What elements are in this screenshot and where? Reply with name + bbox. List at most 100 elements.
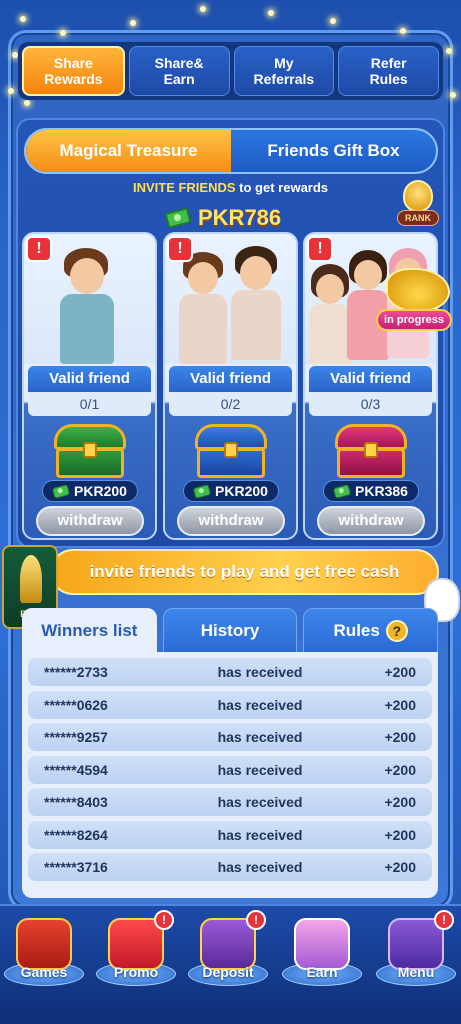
winners-list[interactable]: ******2733 has received +200 ******0626 … bbox=[22, 652, 438, 898]
winner-status: has received bbox=[217, 696, 303, 713]
cash-icon bbox=[51, 483, 71, 499]
reward-amount: PKR386 bbox=[323, 480, 419, 502]
tab-history[interactable]: History bbox=[162, 608, 298, 654]
invite-highlight: INVITE FRIENDS bbox=[132, 180, 236, 195]
treasure-chest-icon bbox=[193, 424, 269, 478]
sub-tab-bar: Magical Treasure Friends Gift Box bbox=[24, 128, 438, 174]
trophy-icon bbox=[20, 555, 42, 603]
winner-status: has received bbox=[217, 826, 303, 843]
reward-amount-value: PKR386 bbox=[355, 483, 408, 499]
winner-status: has received bbox=[217, 794, 303, 810]
promo-alert-badge: ! bbox=[154, 910, 174, 930]
tab-rules-label: Rules bbox=[333, 621, 380, 640]
reward-amount-value: PKR200 bbox=[215, 483, 268, 499]
in-progress-badge: in progress bbox=[376, 309, 452, 331]
winner-user: ******8403 bbox=[44, 794, 108, 810]
nav-deposit[interactable]: ! Deposit bbox=[186, 910, 270, 1000]
nav-games-label: Games bbox=[20, 964, 68, 980]
winner-user: ******8264 bbox=[44, 826, 108, 843]
cash-icon bbox=[192, 483, 212, 499]
list-item: ******2733 has received +200 bbox=[28, 658, 432, 686]
friend-count: 0/2 bbox=[169, 392, 292, 416]
tab-share-rewards[interactable]: Share Rewards bbox=[22, 46, 125, 96]
rank-medal-icon bbox=[403, 180, 433, 212]
deposit-alert-badge: ! bbox=[246, 910, 266, 930]
invite-banner-button[interactable]: invite friends to play and get free cash bbox=[50, 549, 439, 595]
list-item: ******9257 has received +200 bbox=[28, 723, 432, 751]
tab-history-label: History bbox=[200, 621, 260, 640]
invite-rest: to get rewards bbox=[239, 180, 329, 195]
alert-icon: ! bbox=[26, 236, 52, 262]
nav-menu-label: Menu bbox=[397, 964, 435, 980]
nav-earn-label: Earn bbox=[306, 964, 338, 980]
nav-deposit-label: Deposit bbox=[202, 964, 254, 980]
tab-refer-rules[interactable]: Refer Rules bbox=[338, 46, 439, 96]
list-item: ******0626 has received +200 bbox=[28, 690, 432, 719]
tab-rules[interactable]: Rules ? bbox=[303, 608, 439, 654]
magic-lamp-icon bbox=[386, 268, 450, 312]
withdraw-button[interactable]: withdraw bbox=[317, 506, 425, 536]
tab-my-referrals[interactable]: My Referrals bbox=[233, 46, 335, 96]
list-item: ******8264 has received +200 bbox=[28, 820, 432, 849]
reward-amount-value: PKR200 bbox=[74, 483, 127, 499]
winner-amount: +200 bbox=[384, 696, 416, 713]
winner-status: has received bbox=[217, 859, 303, 875]
tab-friends-gift-box[interactable]: Friends Gift Box bbox=[231, 130, 436, 172]
tab-magical-treasure[interactable]: Magical Treasure bbox=[26, 130, 231, 172]
friend-count: 0/3 bbox=[309, 392, 432, 416]
winner-amount: +200 bbox=[384, 761, 416, 778]
tab-winners-list[interactable]: Winners list bbox=[22, 608, 157, 654]
nav-promo-label: Promo bbox=[113, 964, 159, 980]
top-tab-bar: Share Rewards Share& Earn My Referrals R… bbox=[18, 42, 443, 100]
winner-amount: +200 bbox=[384, 826, 416, 843]
rank-label: RANK bbox=[397, 210, 439, 226]
reward-card-1: ! Valid friend 0/1 PKR200 withdraw bbox=[22, 232, 157, 540]
reward-card-2: ! Valid friend 0/2 PKR200 withdraw bbox=[163, 232, 298, 540]
tab-share-earn[interactable]: Share& Earn bbox=[128, 46, 230, 96]
winner-status: has received bbox=[217, 729, 303, 745]
winner-user: ******0626 bbox=[44, 696, 108, 713]
valid-friend-label: Valid friend bbox=[28, 366, 151, 392]
bottom-nav: Games ! Promo ! Deposit Earn ! Menu bbox=[0, 904, 461, 1024]
winner-user: ******4594 bbox=[44, 761, 108, 778]
cash-icon bbox=[164, 207, 192, 229]
alert-icon: ! bbox=[167, 236, 193, 262]
valid-friend-label: Valid friend bbox=[309, 366, 432, 392]
slot-machine-icon bbox=[16, 918, 72, 970]
treasure-chest-icon bbox=[333, 424, 409, 478]
winner-status: has received bbox=[217, 761, 303, 778]
treasure-chest-icon bbox=[52, 424, 128, 478]
list-item: ******4594 has received +200 bbox=[28, 755, 432, 784]
reward-amount: PKR200 bbox=[42, 480, 138, 502]
winner-user: ******3716 bbox=[44, 859, 108, 875]
nav-menu[interactable]: ! Menu bbox=[374, 910, 458, 1000]
alert-icon: ! bbox=[307, 236, 333, 262]
winner-user: ******9257 bbox=[44, 729, 108, 745]
nav-earn[interactable]: Earn bbox=[280, 910, 364, 1000]
tab-winners-list-label: Winners list bbox=[41, 621, 138, 640]
winner-amount: +200 bbox=[384, 729, 416, 745]
menu-alert-badge: ! bbox=[434, 910, 454, 930]
nav-games[interactable]: Games bbox=[2, 910, 86, 1000]
withdraw-button[interactable]: withdraw bbox=[177, 506, 285, 536]
reward-amount: PKR200 bbox=[183, 480, 279, 502]
total-reward-value: PKR786 bbox=[198, 205, 282, 230]
winner-amount: +200 bbox=[384, 859, 416, 875]
winner-amount: +200 bbox=[384, 664, 416, 680]
list-item: ******3716 has received +200 bbox=[28, 853, 432, 881]
winner-status: has received bbox=[217, 664, 303, 680]
total-reward: PKR786 bbox=[164, 203, 282, 233]
invite-text: INVITE FRIENDS to get rewards bbox=[0, 180, 461, 195]
valid-friend-label: Valid friend bbox=[169, 366, 292, 392]
winners-tab-bar: Winners list History Rules ? bbox=[22, 608, 439, 654]
help-icon: ? bbox=[385, 620, 408, 642]
winner-user: ******2733 bbox=[44, 664, 108, 680]
friend-count: 0/1 bbox=[28, 392, 151, 416]
nav-promo[interactable]: ! Promo bbox=[94, 910, 178, 1000]
winner-amount: +200 bbox=[384, 794, 416, 810]
phone-hand-icon bbox=[294, 918, 350, 970]
cash-icon bbox=[332, 483, 352, 499]
rank-button[interactable]: RANK bbox=[395, 180, 441, 228]
withdraw-button[interactable]: withdraw bbox=[36, 506, 144, 536]
list-item: ******8403 has received +200 bbox=[28, 788, 432, 816]
